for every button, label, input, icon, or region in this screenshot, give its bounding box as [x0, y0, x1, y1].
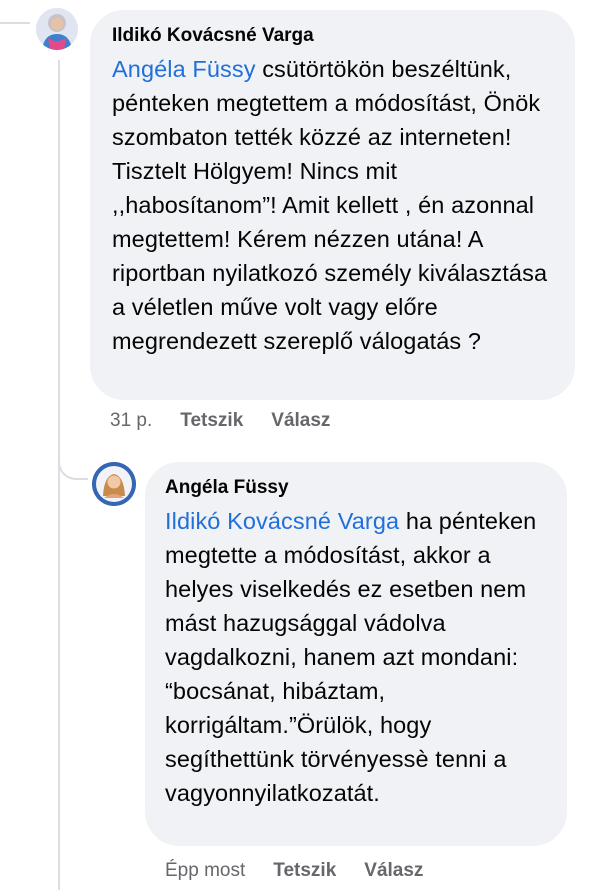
thread-line-branch	[58, 450, 88, 480]
avatar[interactable]	[92, 462, 136, 506]
comment-actions: 31 p. Tetszik Válasz	[110, 410, 330, 432]
mention-link[interactable]: Angéla Füssy	[112, 56, 256, 82]
mention-link[interactable]: Ildikó Kovácsné Varga	[165, 508, 399, 534]
timestamp[interactable]: Épp most	[165, 860, 245, 882]
timestamp[interactable]: 31 p.	[110, 410, 152, 432]
thread-line-top	[0, 22, 30, 24]
reply-button[interactable]: Válasz	[364, 860, 423, 882]
comment-body: ha pénteken megtette a módosítást, akkor…	[165, 508, 537, 806]
comment-actions: Épp most Tetszik Válasz	[165, 860, 423, 882]
like-button[interactable]: Tetszik	[273, 860, 336, 882]
reply-button[interactable]: Válasz	[271, 410, 330, 432]
comment-text: Angéla Füssy csütörtökön beszéltünk, pén…	[112, 52, 553, 358]
user-photo-icon	[92, 462, 136, 506]
comment-author[interactable]: Angéla Füssy	[165, 476, 547, 500]
comment-text: Ildikó Kovácsné Varga ha pénteken megtet…	[165, 504, 547, 810]
user-photo-icon	[36, 8, 78, 50]
avatar[interactable]	[36, 8, 78, 50]
thread-line-vertical	[58, 60, 60, 890]
like-button[interactable]: Tetszik	[180, 410, 243, 432]
comment-bubble: Ildikó Kovácsné Varga Angéla Füssy csütö…	[90, 10, 575, 400]
comment-body: csütörtökön beszéltünk, pénteken megtett…	[112, 56, 548, 354]
comment-author[interactable]: Ildikó Kovácsné Varga	[112, 24, 553, 48]
comment-bubble: Angéla Füssy Ildikó Kovácsné Varga ha pé…	[145, 462, 567, 846]
